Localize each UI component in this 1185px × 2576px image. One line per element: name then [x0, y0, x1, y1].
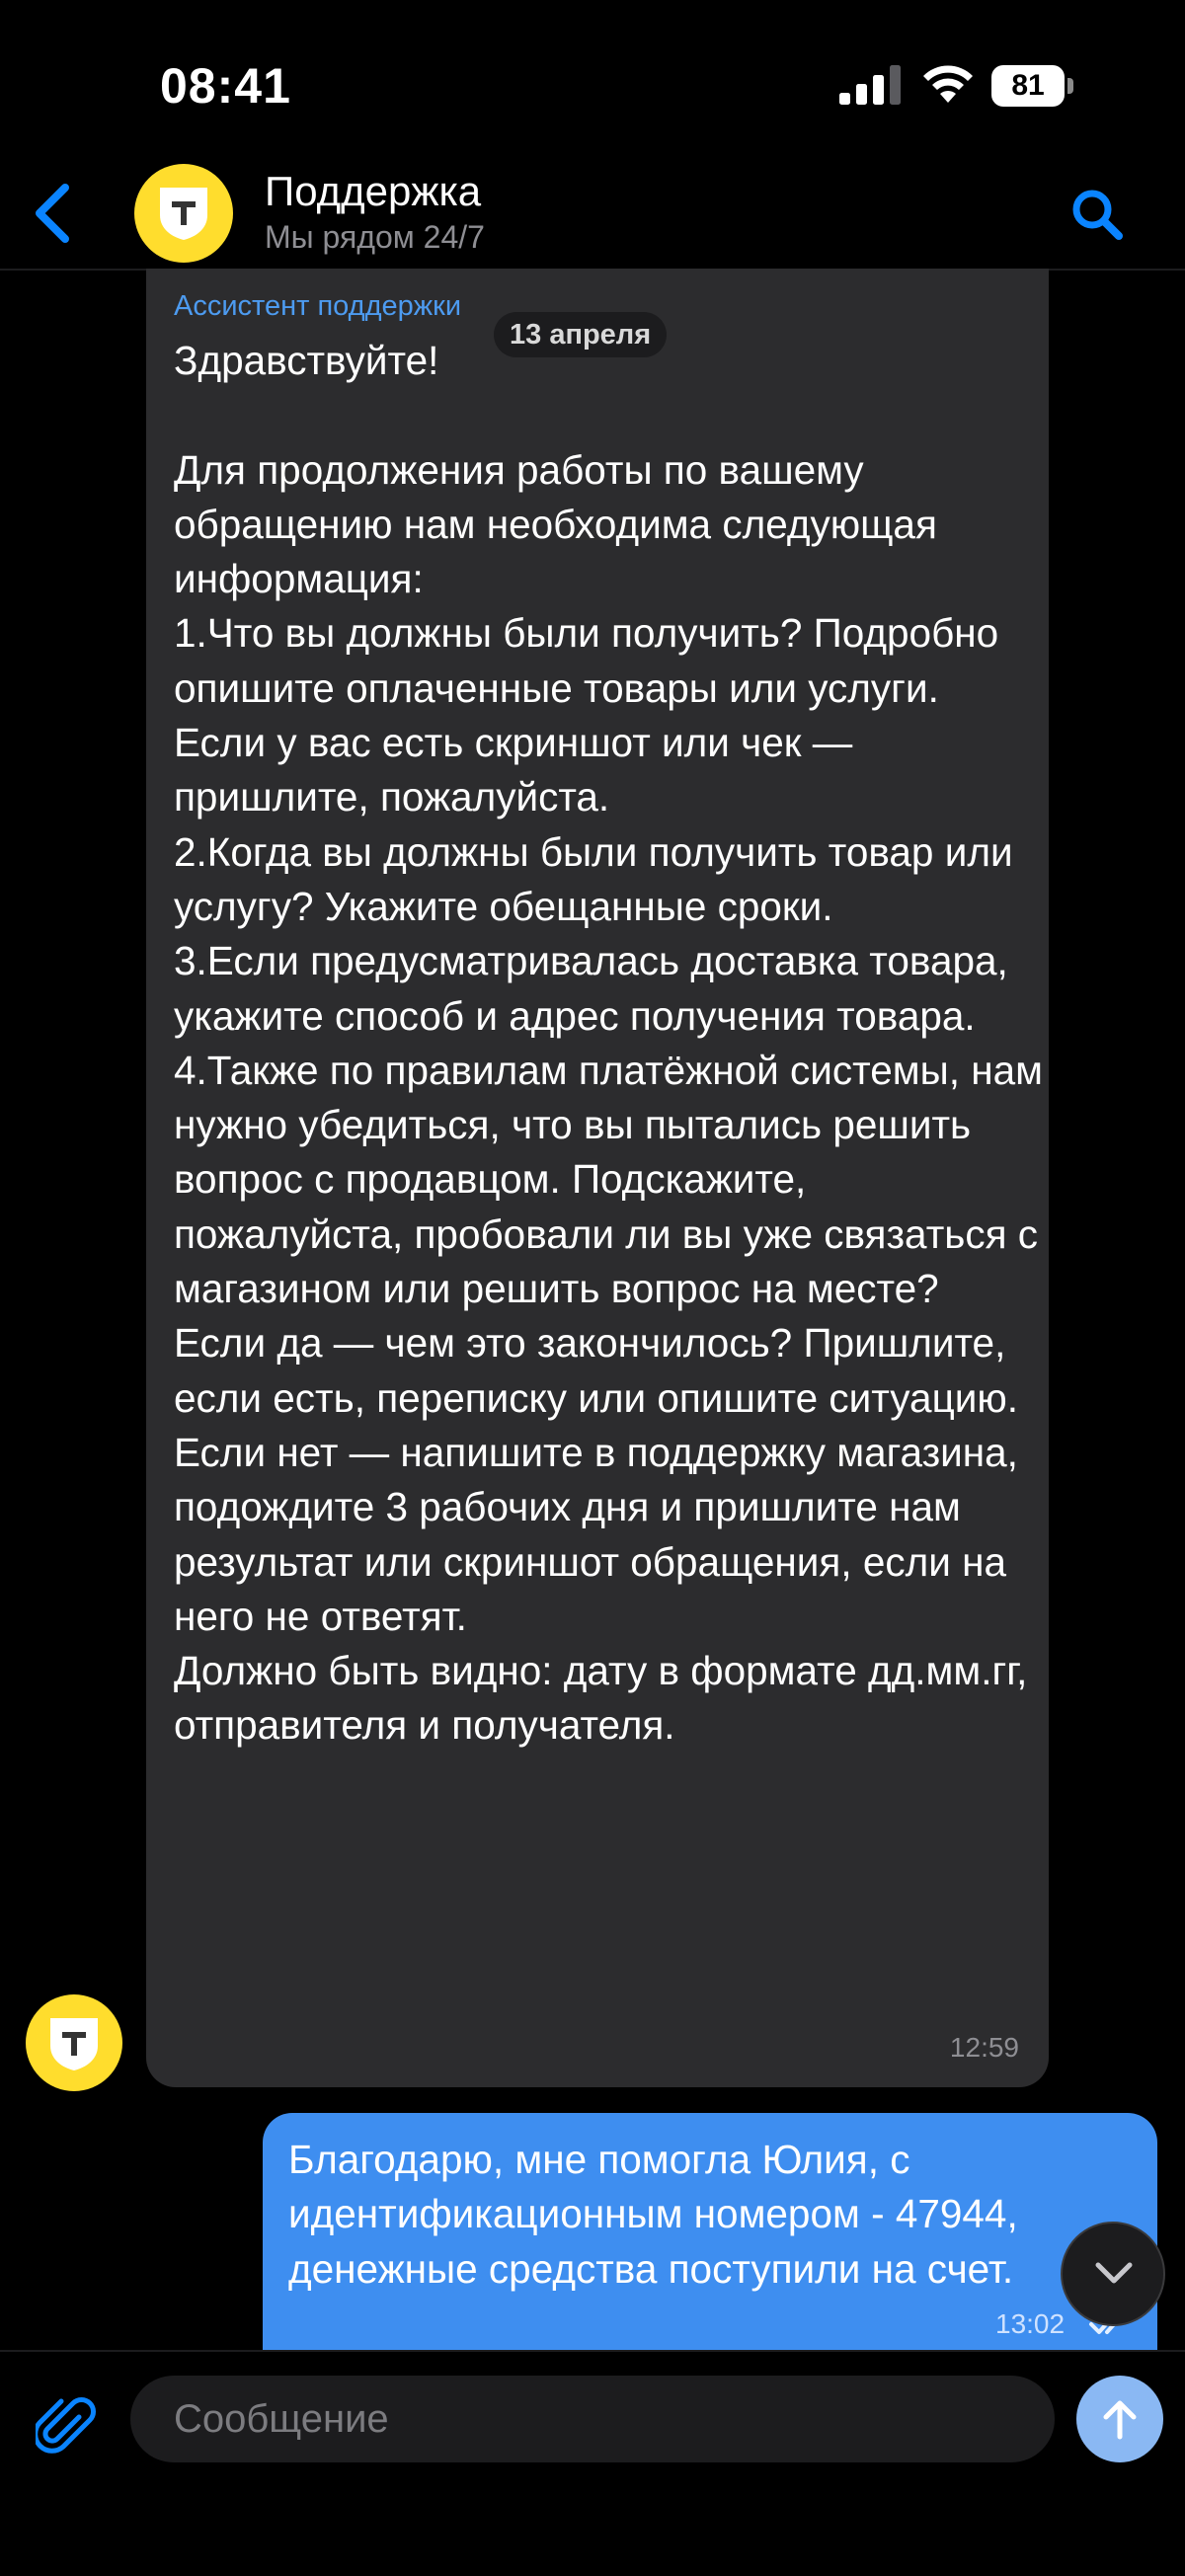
scroll-to-bottom-button[interactable]: [1061, 2222, 1165, 2326]
arrow-up-icon: [1103, 2400, 1137, 2440]
sender-name: Ассистент поддержки: [174, 290, 462, 322]
message-text: Благодарю, мне помогла Юлия, с идентифик…: [288, 2137, 1018, 2292]
sender-avatar[interactable]: [26, 1994, 122, 2091]
bank-shield-logo-icon: [160, 188, 207, 240]
incoming-message-bubble[interactable]: Ассистент поддержки Здравствуйте! Для пр…: [146, 269, 1049, 2087]
chat-avatar[interactable]: [134, 164, 233, 263]
chat-title[interactable]: Поддержка: [265, 168, 481, 215]
message-time: 13:02: [995, 2308, 1066, 2339]
date-separator: 13 апреля: [494, 312, 668, 357]
status-time: 08:41: [160, 58, 291, 114]
chevron-left-icon[interactable]: [28, 180, 79, 247]
wifi-icon: [923, 65, 973, 103]
message-text: Здравствуйте! Для продолжения работы по …: [174, 338, 1043, 1749]
cellular-signal-icon: [839, 65, 901, 105]
search-icon[interactable]: [1068, 186, 1126, 243]
battery-icon: 81: [991, 65, 1074, 107]
message-input[interactable]: [130, 2376, 1055, 2462]
bank-shield-logo-icon: [50, 2018, 98, 2070]
status-bar: 08:41 81: [0, 0, 1185, 158]
outgoing-message-bubble[interactable]: Благодарю, мне помогла Юлия, с идентифик…: [263, 2113, 1157, 2350]
paperclip-icon[interactable]: [36, 2395, 97, 2460]
chat-subtitle: Мы рядом 24/7: [265, 219, 485, 255]
battery-level: 81: [991, 65, 1065, 107]
send-button[interactable]: [1076, 2376, 1163, 2462]
message-time: 12:59: [949, 2032, 1019, 2063]
message-composer: [0, 2350, 1185, 2576]
chevron-down-icon: [1095, 2262, 1133, 2284]
battery-cap: [1067, 78, 1073, 94]
chat-header: Поддержка Мы рядом 24/7: [0, 158, 1185, 271]
